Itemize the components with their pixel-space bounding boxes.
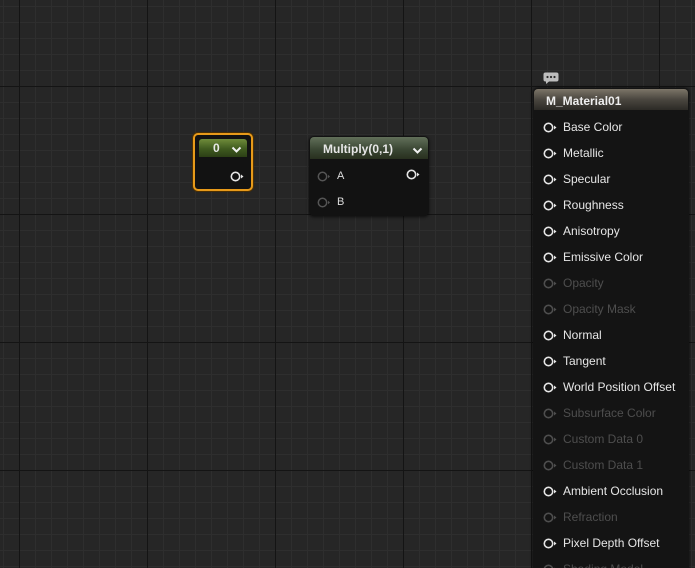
material-result-node[interactable]: M_Material01 Base Color Metallic Specular R… <box>533 88 689 568</box>
pin-label: Roughness <box>563 198 624 212</box>
pin-label: Metallic <box>563 146 604 160</box>
constant-node[interactable]: 0 <box>193 133 253 191</box>
pin-output-icon[interactable] <box>406 169 420 180</box>
material-input-anisotropy[interactable]: Anisotropy <box>543 223 620 239</box>
pin-input-icon[interactable] <box>543 226 557 237</box>
multiply-input-b[interactable]: B <box>317 195 344 209</box>
material-input-tangent[interactable]: Tangent <box>543 353 606 369</box>
pin-input-icon[interactable] <box>317 171 330 182</box>
pin-label: World Position Offset <box>563 380 676 394</box>
pin-label: Normal <box>563 328 602 342</box>
pin-input-icon <box>543 304 557 315</box>
chevron-down-icon[interactable] <box>412 143 423 161</box>
material-input-normal[interactable]: Normal <box>543 327 602 343</box>
pin-input-icon[interactable] <box>543 330 557 341</box>
multiply-node[interactable]: Multiply(0,1) A B <box>309 136 429 216</box>
material-graph-canvas[interactable]: 0 Multiply(0,1) A B M_Material01 Base Co… <box>0 0 695 568</box>
pin-label: Refraction <box>563 510 618 524</box>
pin-input-icon <box>543 434 557 445</box>
pin-input-icon <box>543 564 556 568</box>
pin-label: Emissive Color <box>563 250 644 264</box>
pin-label: Pixel Depth Offset <box>563 536 660 550</box>
pin-input-icon <box>543 512 557 523</box>
pin-label: Opacity Mask <box>563 302 636 316</box>
pin-label: Custom Data 0 <box>563 432 644 446</box>
pin-label: B <box>337 196 345 208</box>
pin-input-icon[interactable] <box>543 356 557 367</box>
pin-output-icon[interactable] <box>230 171 244 182</box>
constant-value: 0 <box>213 141 220 155</box>
material-input-subsurface-color: Subsurface Color <box>543 405 656 421</box>
material-input-metallic[interactable]: Metallic <box>543 145 604 161</box>
material-input-opacity: Opacity <box>543 275 604 291</box>
pin-input-icon <box>543 460 557 471</box>
material-input-roughness[interactable]: Roughness <box>543 197 624 213</box>
constant-node-header[interactable]: 0 <box>199 139 247 157</box>
pin-label: Anisotropy <box>563 224 620 238</box>
pin-label: Subsurface Color <box>563 406 656 420</box>
pin-input-icon <box>543 408 557 419</box>
material-input-ambient-occlusion[interactable]: Ambient Occlusion <box>543 483 663 499</box>
material-input-emissive-color[interactable]: Emissive Color <box>543 249 643 265</box>
pin-label: Custom Data 1 <box>563 458 644 472</box>
material-input-shading-model: Shading Model <box>543 561 643 568</box>
pin-label: A <box>337 170 345 182</box>
material-input-world-position-offset[interactable]: World Position Offset <box>543 379 675 395</box>
multiply-input-a[interactable]: A <box>317 169 344 183</box>
pin-label: Tangent <box>563 354 606 368</box>
pin-input-icon[interactable] <box>543 252 557 263</box>
pin-input-icon <box>543 278 557 289</box>
pin-input-icon[interactable] <box>543 200 557 211</box>
material-node-title: M_Material01 <box>546 94 622 108</box>
multiply-node-title: Multiply(0,1) <box>323 142 394 156</box>
pin-input-icon[interactable] <box>543 174 557 185</box>
pin-label: Specular <box>563 172 611 186</box>
pin-label: Ambient Occlusion <box>563 484 664 498</box>
pin-input-icon[interactable] <box>543 148 557 159</box>
material-input-pixel-depth-offset[interactable]: Pixel Depth Offset <box>543 535 660 551</box>
material-input-specular[interactable]: Specular <box>543 171 610 187</box>
material-input-refraction: Refraction <box>543 509 618 525</box>
material-input-custom-data-1: Custom Data 1 <box>543 457 643 473</box>
pin-input-icon[interactable] <box>543 122 557 133</box>
pin-input-icon[interactable] <box>543 538 557 549</box>
pin-input-icon[interactable] <box>317 197 330 208</box>
pin-input-icon[interactable] <box>543 382 557 393</box>
material-input-custom-data-0: Custom Data 0 <box>543 431 643 447</box>
comment-bubble-icon[interactable] <box>543 71 559 84</box>
multiply-node-header[interactable]: Multiply(0,1) <box>310 137 428 159</box>
pin-label: Opacity <box>563 276 604 290</box>
pin-label: Base Color <box>563 120 623 134</box>
material-input-base-color[interactable]: Base Color <box>543 119 622 135</box>
pin-input-icon[interactable] <box>543 486 557 497</box>
chevron-down-icon[interactable] <box>231 142 242 160</box>
material-node-header[interactable]: M_Material01 <box>534 89 688 110</box>
material-input-opacity-mask: Opacity Mask <box>543 301 636 317</box>
pin-label: Shading Model <box>563 562 643 568</box>
